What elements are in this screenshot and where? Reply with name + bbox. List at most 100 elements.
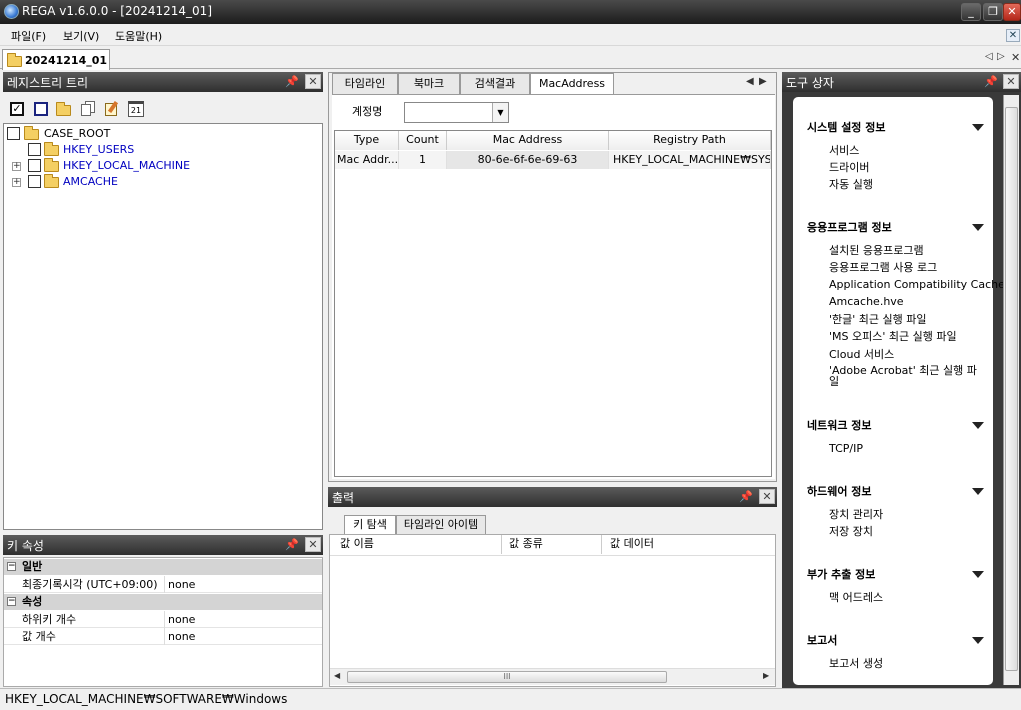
toolbox-item-generate-report[interactable]: 보고서 생성 (829, 655, 883, 671)
column-header-mac-address[interactable]: Mac Address (447, 131, 609, 150)
collapse-icon[interactable]: − (7, 562, 16, 571)
copy-icon[interactable] (81, 101, 97, 117)
toolbox-item-drivers[interactable]: 드라이버 (829, 159, 869, 175)
registry-tree-title: 레지스트리 트리 (7, 76, 89, 90)
close-window-button[interactable]: ✕ (1003, 3, 1021, 21)
toolbox-item-autorun[interactable]: 자동 실행 (829, 176, 873, 192)
toolbox-item-acrobat-recent[interactable]: 'Adobe Acrobat' 최근 실행 파 (829, 362, 977, 378)
toolbox-item-mac-address[interactable]: 맥 어드레스 (829, 589, 883, 605)
toolbox-section-network[interactable]: 네트워크 정보 (807, 417, 872, 433)
pin-icon[interactable]: 📌 (739, 490, 753, 504)
menu-help[interactable]: 도움말(H) (115, 28, 162, 44)
column-header-count[interactable]: Count (399, 131, 447, 150)
document-tab[interactable]: 20241214_01 (2, 49, 110, 70)
pin-icon[interactable]: 📌 (285, 538, 299, 552)
column-header-registry-path[interactable]: Registry Path (609, 131, 771, 150)
account-dropdown[interactable]: ▼ (404, 102, 509, 123)
tab-search-results[interactable]: 검색결과 (460, 73, 530, 94)
toolbox-item-installed-apps[interactable]: 설치된 응용프로그램 (829, 242, 924, 258)
document-close-button[interactable]: ✕ (1011, 51, 1020, 64)
chevron-down-icon[interactable] (972, 488, 984, 495)
tab-scroll-left-button[interactable]: ◁ (985, 51, 993, 62)
toolbox-item-acrobat-recent-cont[interactable]: 일 (829, 373, 839, 389)
menu-view[interactable]: 보기(V) (63, 28, 99, 44)
pin-icon[interactable]: 📌 (984, 75, 998, 89)
scroll-thumb[interactable]: III (347, 671, 667, 683)
toolbox-item-app-usage-log[interactable]: 응용프로그램 사용 로그 (829, 259, 937, 275)
property-row[interactable]: 값 개수 none (4, 628, 322, 645)
restore-button[interactable]: ❐ (983, 3, 1003, 21)
chevron-down-icon[interactable] (972, 637, 984, 644)
tab-timeline[interactable]: 타임라인 (332, 73, 398, 94)
toolbox-section-extra[interactable]: 부가 추출 정보 (807, 566, 875, 582)
chevron-down-icon[interactable] (972, 124, 984, 131)
toolbox-item-tcpip[interactable]: TCP/IP (829, 442, 863, 455)
toolbox-item-hangul-recent[interactable]: '한글' 최근 실행 파일 (829, 311, 927, 327)
minimize-button[interactable]: _ (961, 3, 981, 21)
collapse-icon[interactable]: − (7, 597, 16, 606)
tab-mac-address[interactable]: MacAddress (530, 73, 614, 95)
scroll-left-icon[interactable]: ◀ (334, 671, 340, 680)
tab-scroll-left-button[interactable]: ◀ (746, 76, 754, 87)
value-grid: 값 이름 값 종류 값 데이터 ◀ III ▶ (329, 534, 776, 687)
menu-file[interactable]: 파일(F) (11, 28, 46, 44)
toolbox-section-hardware[interactable]: 하드웨어 정보 (807, 483, 872, 499)
toolbox-item-appcompat-cache[interactable]: Application Compatibility Cache (829, 278, 1005, 291)
key-properties-close-button[interactable]: ✕ (305, 537, 321, 552)
scroll-thumb[interactable] (1005, 107, 1018, 671)
output-close-button[interactable]: ✕ (759, 489, 775, 504)
toolbox-item-device-manager[interactable]: 장치 관리자 (829, 506, 883, 522)
open-folder-icon[interactable] (56, 101, 72, 117)
property-row[interactable]: 최종기록시각 (UTC+09:00) none (4, 576, 322, 593)
horizontal-scrollbar[interactable]: ◀ III ▶ (330, 668, 775, 685)
toolbox-scrollbar[interactable] (1003, 95, 1019, 685)
checkbox[interactable] (28, 175, 41, 188)
toolbox-close-button[interactable]: ✕ (1003, 74, 1019, 89)
toolbox-item-cloud-services[interactable]: Cloud 서비스 (829, 346, 894, 362)
tree-node-amcache[interactable]: + AMCACHE (7, 174, 207, 190)
checkbox[interactable] (7, 127, 20, 140)
toolbox-item-services[interactable]: 서비스 (829, 142, 859, 158)
calendar-icon[interactable]: 21 (128, 101, 144, 117)
expand-icon[interactable]: + (12, 178, 21, 187)
toolbox-section-system[interactable]: 시스템 설정 정보 (807, 119, 886, 135)
check-all-icon[interactable]: ✓ (10, 102, 24, 116)
checkbox[interactable] (28, 159, 41, 172)
registry-tree-close-button[interactable]: ✕ (305, 74, 321, 89)
table-row[interactable]: Mac Addr... 1 80-6e-6f-6e-69-63 HKEY_LOC… (335, 151, 771, 169)
property-row[interactable]: 하위키 개수 none (4, 611, 322, 628)
property-category-attributes[interactable]: − 속성 (4, 594, 322, 610)
tab-key-explore[interactable]: 키 탐색 (344, 515, 396, 535)
toolbox-item-amcache[interactable]: Amcache.hve (829, 295, 904, 308)
column-header-value-type[interactable]: 값 종류 (502, 535, 602, 554)
chevron-down-icon[interactable] (972, 224, 984, 231)
chevron-down-icon[interactable] (972, 422, 984, 429)
checkbox[interactable] (28, 143, 41, 156)
edit-icon[interactable] (104, 100, 120, 117)
toolbox-section-apps[interactable]: 응용프로그램 정보 (807, 219, 892, 235)
tab-scroll-right-button[interactable]: ▷ (997, 51, 1005, 62)
tab-scroll-right-button[interactable]: ▶ (759, 76, 767, 87)
pin-icon[interactable]: 📌 (285, 75, 299, 89)
tab-timeline-item[interactable]: 타임라인 아이템 (396, 515, 486, 534)
tree-node-label: CASE_ROOT (44, 127, 111, 140)
mdi-close-button[interactable]: ✕ (1006, 29, 1020, 42)
tab-bookmark[interactable]: 북마크 (398, 73, 460, 94)
registry-tree-title-bar: 레지스트리 트리 📌 ✕ (3, 72, 323, 92)
tree-node-case-root[interactable]: CASE_ROOT (7, 126, 207, 142)
column-header-type[interactable]: Type (335, 131, 399, 150)
toolbox-item-msoffice-recent[interactable]: 'MS 오피스' 최근 실행 파일 (829, 328, 957, 344)
toolbox-section-report[interactable]: 보고서 (807, 632, 837, 648)
document-tab-bar: 20241214_01 ◁ ▷ ✕ (0, 47, 1021, 70)
scroll-right-icon[interactable]: ▶ (763, 671, 769, 680)
tree-node-hkey-users[interactable]: HKEY_USERS (7, 142, 207, 158)
tree-node-hkey-local-machine[interactable]: + HKEY_LOCAL_MACHINE (7, 158, 207, 174)
expand-icon[interactable]: + (12, 162, 21, 171)
toolbox-item-storage[interactable]: 저장 장치 (829, 523, 873, 539)
property-category-general[interactable]: − 일반 (4, 559, 322, 575)
chevron-down-icon[interactable]: ▼ (492, 103, 508, 122)
column-header-value-name[interactable]: 값 이름 (330, 535, 502, 554)
chevron-down-icon[interactable] (972, 571, 984, 578)
uncheck-all-icon[interactable] (34, 102, 48, 116)
column-header-value-data[interactable]: 값 데이터 (602, 535, 775, 554)
